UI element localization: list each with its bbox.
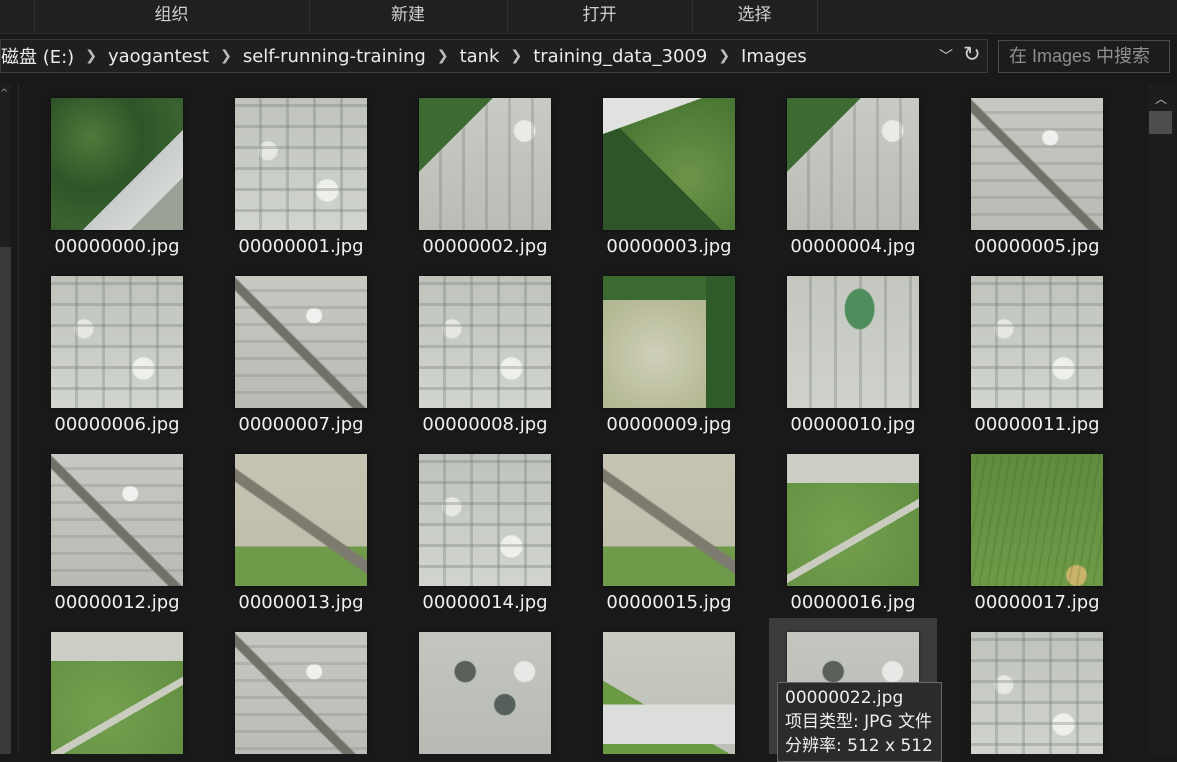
tooltip-type: 项目类型: JPG 文件 <box>785 712 932 732</box>
refresh-icon[interactable]: ↻ <box>963 42 981 66</box>
file-item[interactable]: 00000013.jpg <box>217 440 385 613</box>
breadcrumb-training-data[interactable]: training_data_3009 <box>525 46 715 67</box>
breadcrumb-tank[interactable]: tank <box>452 46 508 67</box>
file-item[interactable]: 00000005.jpg <box>953 84 1121 257</box>
file-item[interactable]: 00000023.jpg <box>953 618 1121 754</box>
breadcrumb-self-running-training[interactable]: self-running-training <box>235 46 434 67</box>
file-name: 00000017.jpg <box>974 592 1100 613</box>
file-item[interactable]: 00000019.jpg <box>217 618 385 754</box>
breadcrumb-yaogantest[interactable]: yaogantest <box>100 46 217 67</box>
file-thumbnail <box>419 632 551 754</box>
file-thumbnail <box>235 98 367 230</box>
file-item[interactable]: 00000016.jpg <box>769 440 937 613</box>
breadcrumb-images[interactable]: Images <box>733 46 815 67</box>
file-thumbnail <box>971 454 1103 586</box>
file-thumbnail <box>419 276 551 408</box>
file-name: 00000015.jpg <box>606 592 732 613</box>
chevron-right-icon[interactable]: ❯ <box>434 48 452 64</box>
search-input[interactable] <box>998 40 1170 73</box>
file-thumbnail <box>419 454 551 586</box>
breadcrumb: 磁盘 (E:) ❯ yaogantest ❯ self-running-trai… <box>1 40 815 72</box>
file-tooltip: 00000022.jpg 项目类型: JPG 文件 分辨率: 512 x 512 <box>777 682 942 762</box>
file-name: 00000011.jpg <box>974 414 1100 435</box>
file-name: 00000012.jpg <box>54 592 180 613</box>
file-thumbnail <box>971 276 1103 408</box>
file-item[interactable]: 00000012.jpg <box>33 440 201 613</box>
file-thumbnail <box>787 98 919 230</box>
file-item[interactable]: 00000006.jpg <box>33 262 201 435</box>
file-grid: 00000000.jpg 00000001.jpg 00000002.jpg 0000… <box>22 84 1144 754</box>
file-thumbnail <box>787 276 919 408</box>
chevron-right-icon[interactable]: ❯ <box>715 48 733 64</box>
scroll-up-arrow-icon[interactable]: ︿ <box>1155 90 1167 107</box>
file-name: 00000007.jpg <box>238 414 364 435</box>
file-item[interactable]: 00000009.jpg <box>585 262 753 435</box>
file-thumbnail <box>51 98 183 230</box>
file-name: 00000014.jpg <box>422 592 548 613</box>
file-name: 00000016.jpg <box>790 592 916 613</box>
file-item[interactable]: 00000018.jpg <box>33 618 201 754</box>
file-item[interactable]: 00000014.jpg <box>401 440 569 613</box>
nav-scroll-up-icon[interactable]: ^ <box>0 88 8 99</box>
ribbon-separator <box>817 0 818 33</box>
chevron-down-icon[interactable]: ﹀ <box>939 46 953 66</box>
file-name: 00000013.jpg <box>238 592 364 613</box>
file-thumbnail <box>971 632 1103 754</box>
file-item[interactable]: 00000007.jpg <box>217 262 385 435</box>
file-item[interactable]: 00000000.jpg <box>33 84 201 257</box>
ribbon-group-select[interactable]: 选择 <box>692 0 817 33</box>
file-name: 00000010.jpg <box>790 414 916 435</box>
breadcrumb-drive[interactable]: 磁盘 (E:) <box>1 43 82 69</box>
file-thumbnail <box>235 632 367 754</box>
file-thumbnail <box>51 276 183 408</box>
file-thumbnail <box>51 454 183 586</box>
file-item[interactable]: 00000002.jpg <box>401 84 569 257</box>
file-name: 00000009.jpg <box>606 414 732 435</box>
file-thumbnail <box>971 98 1103 230</box>
ribbon-group-open[interactable]: 打开 <box>507 0 692 33</box>
file-name: 00000003.jpg <box>606 236 732 257</box>
file-item[interactable]: 00000008.jpg <box>401 262 569 435</box>
address-bar[interactable]: 磁盘 (E:) ❯ yaogantest ❯ self-running-trai… <box>0 39 988 73</box>
file-thumbnail <box>603 454 735 586</box>
file-item[interactable]: 00000003.jpg <box>585 84 753 257</box>
file-name: 00000004.jpg <box>790 236 916 257</box>
file-name: 00000008.jpg <box>422 414 548 435</box>
file-thumbnail <box>603 98 735 230</box>
file-name: 00000005.jpg <box>974 236 1100 257</box>
pane-divider[interactable] <box>18 84 19 754</box>
file-thumbnail <box>603 276 735 408</box>
file-item[interactable]: 00000015.jpg <box>585 440 753 613</box>
ribbon-group-bar: 组织 新建 打开 选择 <box>0 0 1177 34</box>
file-item[interactable]: 00000004.jpg <box>769 84 937 257</box>
file-name: 00000000.jpg <box>54 236 180 257</box>
file-name: 00000002.jpg <box>422 236 548 257</box>
file-thumbnail <box>419 98 551 230</box>
file-thumbnail <box>51 632 183 754</box>
file-item[interactable]: 00000021.jpg <box>585 618 753 754</box>
tooltip-resolution: 分辨率: 512 x 512 <box>785 736 933 756</box>
file-item[interactable]: 00000011.jpg <box>953 262 1121 435</box>
file-thumbnail <box>787 454 919 586</box>
vertical-scrollbar[interactable] <box>1148 84 1175 754</box>
scrollbar-thumb[interactable] <box>1149 111 1172 134</box>
file-name: 00000006.jpg <box>54 414 180 435</box>
chevron-right-icon[interactable]: ❯ <box>82 48 100 64</box>
file-item[interactable]: 00000010.jpg <box>769 262 937 435</box>
tooltip-filename: 00000022.jpg <box>785 688 904 708</box>
chevron-right-icon[interactable]: ❯ <box>217 48 235 64</box>
file-thumbnail <box>603 632 735 754</box>
file-thumbnail <box>235 276 367 408</box>
file-item[interactable]: 00000001.jpg <box>217 84 385 257</box>
ribbon-group-new[interactable]: 新建 <box>309 0 507 33</box>
nav-scrollbar-thumb[interactable] <box>0 247 11 754</box>
file-item[interactable]: 00000020.jpg <box>401 618 569 754</box>
file-name: 00000001.jpg <box>238 236 364 257</box>
file-item[interactable]: 00000017.jpg <box>953 440 1121 613</box>
ribbon-group-organize[interactable]: 组织 <box>34 0 309 33</box>
chevron-right-icon[interactable]: ❯ <box>507 48 525 64</box>
file-thumbnail <box>235 454 367 586</box>
